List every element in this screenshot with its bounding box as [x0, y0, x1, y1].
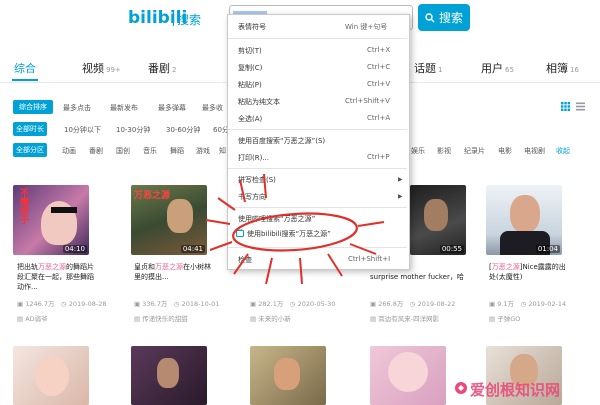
zone-option[interactable]: 电视剧: [524, 146, 545, 156]
thumbnail-caption: 万恶之源: [134, 191, 171, 201]
zone-option[interactable]: 影视: [437, 146, 451, 156]
video-thumbnail[interactable]: [13, 346, 89, 405]
menu-item-paste-plain[interactable]: 粘贴为纯文本: [238, 97, 280, 107]
submenu-arrow-icon: ▶: [398, 193, 403, 200]
video-title[interactable]: [万恶之源]Nice露露的出处(太魔性): [489, 262, 569, 282]
video-stats: ▣ 1246.7万 ◷ 2019-08-28: [17, 300, 107, 308]
zone-option[interactable]: 电影: [498, 146, 512, 156]
tab-video[interactable]: 视频 99+: [82, 60, 121, 76]
video-stats: ▣ 266.8万 ◷ 2019-08-22: [370, 300, 456, 308]
search-button[interactable]: 搜索: [418, 4, 470, 31]
annotation-scribble: [205, 173, 385, 285]
video-thumbnail[interactable]: 万恶之源 04:41: [131, 185, 207, 255]
video-uploader[interactable]: ▤ 耳边有风来-四洋网影: [370, 313, 439, 323]
menu-shortcut: Ctrl+Shift+V: [345, 97, 390, 105]
thumbnail-figure: [157, 358, 179, 388]
video-thumbnail[interactable]: [250, 346, 326, 405]
search-icon: [425, 12, 435, 22]
menu-item-cut[interactable]: 剪切(T): [238, 46, 262, 56]
logo-separator: [173, 12, 174, 26]
menu-shortcut: Win 键+句号: [345, 23, 388, 31]
menu-item-paste[interactable]: 粘贴(P): [238, 80, 262, 90]
zone-option[interactable]: 番剧: [89, 146, 103, 156]
zone-filter-active[interactable]: 全部分区: [13, 143, 47, 157]
logo-search-label: 搜索: [177, 13, 202, 27]
zone-option[interactable]: 舞蹈: [170, 146, 184, 156]
video-title[interactable]: 把出轨万恶之源的舞蹈片段汇聚在一起，那些舞蹈动作...: [17, 262, 97, 292]
tab-user[interactable]: 用户 65: [481, 60, 514, 76]
video-thumbnail[interactable]: [370, 346, 446, 405]
video-duration: 04:10: [62, 245, 87, 253]
video-thumbnail[interactable]: 00:55: [410, 185, 466, 255]
thumbnail-figure: [388, 352, 428, 392]
zone-option[interactable]: 动画: [62, 146, 76, 156]
duration-option[interactable]: 10分钟以下: [64, 125, 101, 135]
menu-separator: [228, 38, 407, 39]
video-thumbnail[interactable]: 不懂样子 04:10: [13, 185, 89, 255]
video-duration: 00:55: [439, 245, 464, 253]
menu-shortcut: Ctrl+X: [367, 46, 391, 54]
zone-option[interactable]: 音乐: [143, 146, 157, 156]
watermark-text: 爱创根知识网: [470, 381, 561, 399]
menu-item-copy[interactable]: 复制(C): [238, 63, 262, 73]
duration-option[interactable]: 30-60分钟: [166, 125, 200, 135]
watermark-logo-icon: [455, 382, 467, 394]
sort-option[interactable]: 最新发布: [110, 103, 138, 113]
list-view-icon[interactable]: [576, 102, 585, 111]
tab-album[interactable]: 相簿 16: [546, 60, 579, 76]
thumbnail-figure: [274, 358, 300, 390]
thumbnail-figure: [167, 199, 193, 233]
zone-option[interactable]: 纪录片: [464, 146, 485, 156]
tab-all[interactable]: 综合: [14, 60, 36, 76]
duration-option[interactable]: 10-30分钟: [116, 125, 150, 135]
menu-shortcut: Ctrl+A: [367, 114, 391, 122]
active-tab-underline: [12, 79, 38, 81]
video-thumbnail[interactable]: 01:04: [486, 185, 562, 255]
thumbnail-figure: [424, 199, 448, 231]
search-button-label: 搜索: [438, 11, 463, 25]
menu-shortcut: Ctrl+C: [367, 63, 391, 71]
tab-bangumi[interactable]: 番剧 2: [148, 60, 176, 76]
zone-option[interactable]: 娱乐: [411, 146, 425, 156]
duration-filter-active[interactable]: 全部时长: [13, 122, 47, 136]
sort-option[interactable]: 最多收: [202, 103, 223, 113]
menu-shortcut: Ctrl+V: [367, 80, 391, 88]
menu-item-baidu-search[interactable]: 使用百度搜索“万恶之源”(S): [238, 136, 325, 146]
video-duration: 01:04: [535, 245, 560, 253]
thumbnail-caption: 不懂样子: [18, 188, 28, 224]
tab-topic[interactable]: 话题 1: [414, 60, 442, 76]
submenu-arrow-icon: ▶: [398, 176, 403, 183]
zone-option[interactable]: 国创: [116, 146, 130, 156]
menu-item-emoji[interactable]: 表情符号: [238, 22, 266, 32]
video-stats: ▣ 336.7万 ◷ 2018-10-01: [134, 300, 220, 308]
video-uploader[interactable]: ▤ 未来的小新: [250, 313, 291, 323]
sort-option[interactable]: 最多点击: [63, 103, 91, 113]
thumbnail-figure: [510, 195, 540, 233]
video-thumbnail[interactable]: [131, 346, 207, 405]
video-uploader[interactable]: ▤ 传递快乐的甜甜: [134, 313, 188, 323]
collapse-zone-link[interactable]: 收起: [556, 146, 570, 156]
sort-filter-active[interactable]: 综合排序: [13, 100, 53, 114]
video-stats: ▣ 9.1万 ◷ 2019-02-14: [489, 300, 567, 308]
sunglasses-icon: [51, 207, 77, 213]
video-uploader[interactable]: ▤ AD弱爷: [17, 313, 48, 323]
sort-option[interactable]: 最多弹幕: [158, 103, 186, 113]
grid-view-icon[interactable]: [561, 102, 570, 111]
video-stats: ▣ 282.1万 ◷ 2020-05-30: [250, 300, 336, 308]
menu-separator: [228, 129, 407, 130]
menu-item-select-all[interactable]: 全选(A): [238, 114, 262, 124]
thumbnail-figure: [35, 356, 69, 396]
video-uploader[interactable]: ▤ 子弹GO: [489, 313, 520, 323]
